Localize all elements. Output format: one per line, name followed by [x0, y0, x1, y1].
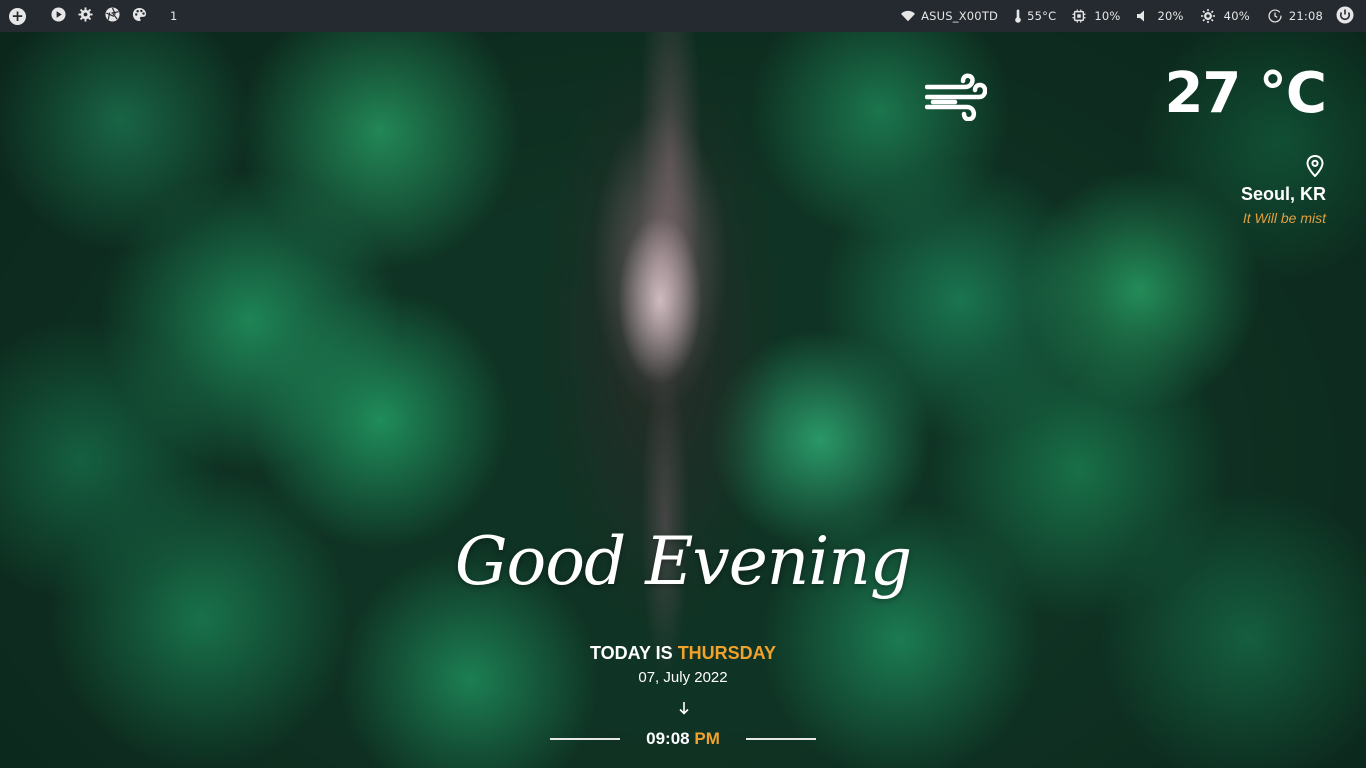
top-bar: + 1 ASUS_X00TD 55°C 10% 20% 40% 21:08 — [0, 0, 1366, 32]
greeting-clock: 09:08 PM — [646, 729, 720, 749]
cpu-chip-icon — [1072, 9, 1086, 23]
wifi-name: ASUS_X00TD — [921, 9, 999, 23]
greeting-text: Good Evening — [454, 523, 912, 600]
settings-gear-icon[interactable] — [78, 7, 93, 25]
cpu-temp-status[interactable]: 55°C — [1011, 9, 1056, 23]
wifi-icon — [901, 9, 916, 23]
clock-icon — [1268, 9, 1282, 23]
wind-icon — [925, 73, 988, 125]
arrow-down-icon — [676, 700, 692, 716]
location-pin-icon — [1306, 154, 1324, 181]
thermometer-icon — [1011, 9, 1025, 23]
speaker-icon — [1136, 9, 1150, 23]
weekday: THURSDAY — [677, 643, 777, 663]
brightness-icon — [1200, 9, 1215, 23]
weather-widget: 27 °C Seoul, KR It Will be mist — [925, 61, 1327, 226]
clock-row: 09:08 PM — [0, 729, 1366, 749]
volume-value: 20% — [1157, 9, 1184, 23]
aperture-icon[interactable] — [105, 7, 120, 25]
temperature: 27 °C — [1164, 61, 1327, 126]
play-icon[interactable] — [51, 7, 66, 25]
meridiem: PM — [694, 729, 720, 748]
cpu-usage-value: 10% — [1094, 9, 1121, 23]
palette-icon[interactable] — [132, 7, 147, 25]
today-line: TODAY IS THURSDAY — [0, 643, 1366, 664]
brightness-value: 40% — [1223, 9, 1250, 23]
today-prefix: TODAY IS — [589, 643, 673, 663]
cpu-temp-value: 55°C — [1027, 9, 1057, 23]
top-bar-right: ASUS_X00TD 55°C 10% 20% 40% 21:08 — [901, 0, 1366, 32]
top-bar-left: + 1 — [0, 0, 178, 32]
brightness-status[interactable]: 40% — [1200, 9, 1250, 23]
date-text: 07, July 2022 — [638, 669, 728, 686]
cpu-usage-status[interactable]: 10% — [1072, 9, 1120, 23]
weather-location: Seoul, KR — [1240, 184, 1326, 204]
volume-status[interactable]: 20% — [1136, 9, 1184, 23]
clock-divider-left — [550, 738, 621, 740]
clock-divider-right — [745, 738, 816, 740]
clock-time: 21:08 — [1288, 9, 1323, 23]
add-icon[interactable]: + — [9, 7, 26, 25]
clock-status[interactable]: 21:08 — [1268, 9, 1323, 23]
greeting-time: 09:08 — [646, 729, 690, 748]
workspace-number[interactable]: 1 — [170, 9, 178, 23]
power-icon[interactable] — [1336, 6, 1354, 27]
wifi-status[interactable]: ASUS_X00TD — [901, 9, 998, 23]
weather-description: It Will be mist — [1242, 210, 1326, 226]
